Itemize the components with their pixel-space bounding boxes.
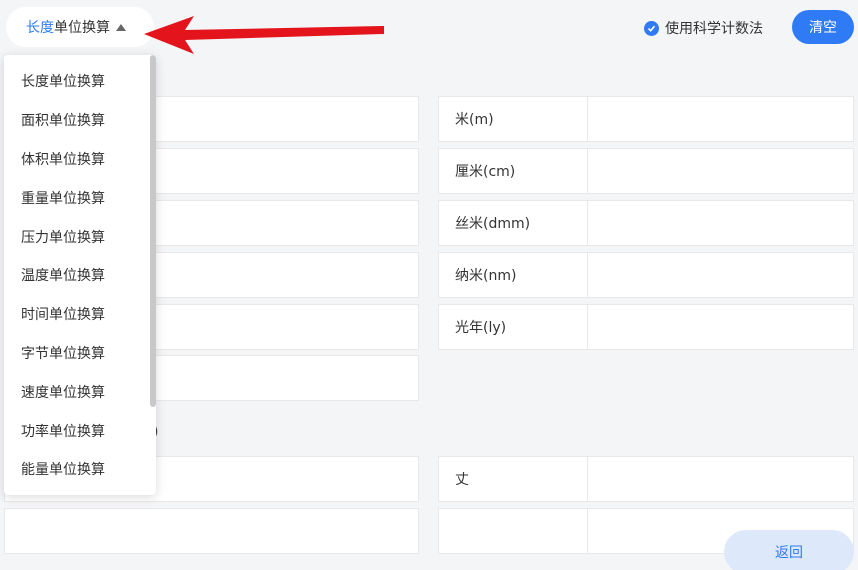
conversion-type-dropdown: 长度单位换算 面积单位换算 体积单位换算 重量单位换算 压力单位换算 温度单位换… (4, 55, 156, 495)
unit-input[interactable] (587, 456, 854, 502)
dropdown-item-time[interactable]: 时间单位换算 (4, 295, 156, 334)
unit-input[interactable] (587, 200, 854, 246)
dropdown-item-area[interactable]: 面积单位换算 (4, 101, 156, 140)
dropdown-item-bytes[interactable]: 字节单位换算 (4, 334, 156, 373)
red-arrow-annotation (144, 16, 384, 54)
unit-input[interactable] (587, 252, 854, 298)
unit-label: 丝米(dmm) (438, 200, 588, 246)
dropdown-item-power[interactable]: 功率单位换算 (4, 411, 156, 450)
unit-label: 光年(ly) (438, 304, 588, 350)
unit-label: 厘米(cm) (438, 148, 588, 194)
dropdown-scrollbar[interactable] (150, 55, 156, 407)
unit-label: 丈 (438, 456, 588, 502)
unit-input[interactable] (587, 304, 854, 350)
return-button[interactable]: 返回 (724, 530, 854, 570)
scientific-notation-label: 使用科学计数法 (665, 21, 763, 37)
dropdown-item-weight[interactable]: 重量单位换算 (4, 178, 156, 217)
scientific-notation-toggle[interactable]: 使用科学计数法 (644, 18, 763, 38)
dropdown-item-volume[interactable]: 体积单位换算 (4, 140, 156, 179)
unit-input[interactable] (587, 148, 854, 194)
dropdown-item-temperature[interactable]: 温度单位换算 (4, 256, 156, 295)
selector-highlight-text: 长度 (26, 20, 54, 36)
checkbox-checked-icon[interactable] (644, 20, 659, 36)
unit-input[interactable] (4, 508, 419, 554)
unit-label: 纳米(nm) (438, 252, 588, 298)
dropdown-item-speed[interactable]: 速度单位换算 (4, 372, 156, 411)
dropdown-item-length[interactable]: 长度单位换算 (4, 62, 156, 101)
conversion-type-selector[interactable]: 长度 单位换算 (6, 7, 154, 47)
unit-label-cell (438, 508, 588, 554)
unit-input[interactable] (587, 96, 854, 142)
dropdown-item-energy[interactable]: 能量单位换算 (4, 450, 156, 489)
dropdown-item-pressure[interactable]: 压力单位换算 (4, 217, 156, 256)
selector-text: 单位换算 (54, 20, 110, 36)
unit-label: 米(m) (438, 96, 588, 142)
caret-up-icon (116, 23, 126, 31)
clear-button[interactable]: 清空 (792, 10, 854, 44)
